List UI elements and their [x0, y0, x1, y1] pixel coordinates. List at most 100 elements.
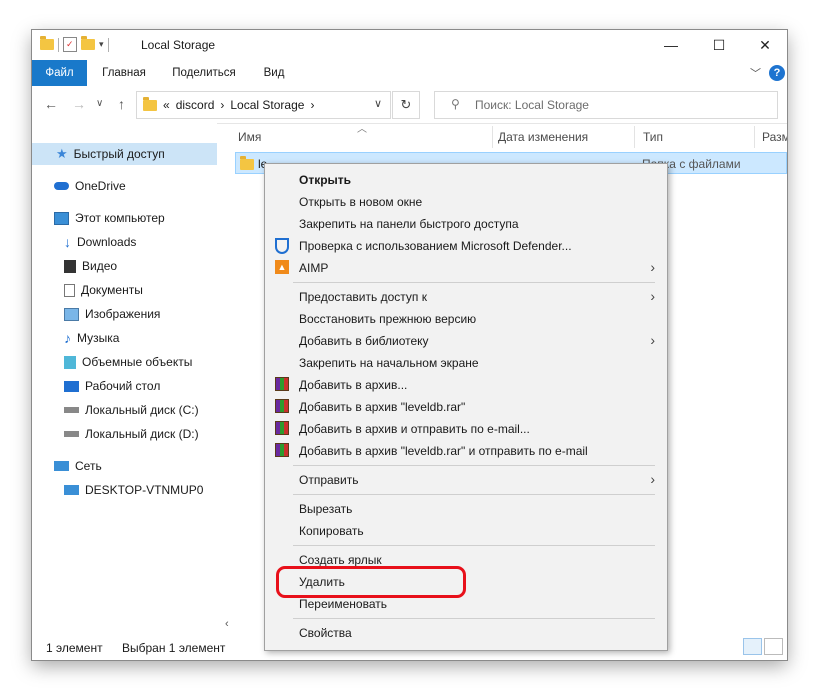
refresh-button[interactable]: ↻ [392, 91, 420, 119]
film-icon [64, 259, 76, 273]
menu-item-send-to[interactable]: Отправить › [265, 469, 667, 491]
minimize-button[interactable]: — [648, 30, 694, 60]
sidebar-item-disk-c[interactable]: Локальный диск (C:) [64, 399, 199, 421]
large-icons-view-icon[interactable] [764, 638, 783, 655]
menu-item-label: Создать ярлык [299, 553, 382, 567]
new-folder-icon[interactable] [81, 36, 95, 50]
navigation-pane: ★ Быстрый доступ OneDrive Этот компьютер… [32, 123, 217, 635]
menu-item-label: AIMP [299, 261, 329, 275]
search-input[interactable]: Поиск: Local Storage [475, 98, 589, 112]
menu-item-label: Копировать [299, 524, 364, 538]
menu-item-label: Добавить в архив и отправить по e-mail..… [299, 422, 530, 436]
tab-home[interactable]: Главная [94, 60, 154, 86]
menu-item-aimp[interactable]: ▲ AIMP › [265, 257, 667, 279]
menu-item-label: Переименовать [299, 597, 387, 611]
desktop-icon [64, 380, 79, 392]
menu-separator [293, 545, 655, 546]
column-divider[interactable] [634, 126, 635, 148]
properties-icon[interactable]: ✓ [63, 37, 77, 52]
sidebar-item-onedrive[interactable]: OneDrive [54, 175, 126, 197]
column-divider[interactable] [492, 126, 493, 148]
menu-item-add-archive-email[interactable]: Добавить в архив и отправить по e-mail..… [265, 418, 667, 440]
menu-item-add-library[interactable]: Добавить в библиотеку › [265, 330, 667, 352]
menu-item-defender-scan[interactable]: Проверка с использованием Microsoft Defe… [265, 235, 667, 257]
menu-item-add-archive-named[interactable]: Добавить в архив "leveldb.rar" [265, 396, 667, 418]
sidebar-item-downloads[interactable]: ↓ Downloads [64, 231, 136, 253]
computer-icon [64, 485, 79, 495]
search-box[interactable]: ⚲ Поиск: Local Storage [434, 91, 778, 119]
up-arrow-icon[interactable]: ↑ [118, 96, 125, 112]
back-arrow-icon[interactable]: ← [44, 96, 58, 112]
breadcrumb-discord[interactable]: discord [176, 98, 215, 112]
maximize-button[interactable]: ☐ [696, 30, 742, 60]
customize-toolbar-icon[interactable]: ▾ [99, 39, 104, 50]
menu-item-add-archive-named-email[interactable]: Добавить в архив "leveldb.rar" и отправи… [265, 440, 667, 462]
computer-icon [54, 211, 69, 225]
sidebar-item-disk-d[interactable]: Локальный диск (D:) [64, 423, 199, 445]
tab-file[interactable]: Файл [32, 60, 87, 86]
menu-item-properties[interactable]: Свойства [265, 622, 667, 644]
selection-count: Выбран 1 элемент [122, 641, 226, 655]
menu-item-cut[interactable]: Вырезать [265, 498, 667, 520]
tab-view[interactable]: Вид [254, 60, 294, 86]
navigation-bar: ← → ∨ ↑ « discord › Local Storage › ∨ ↻ … [32, 86, 787, 124]
scroll-left-button[interactable]: ‹ [217, 618, 265, 635]
sidebar-item-label: Музыка [77, 331, 120, 345]
close-button[interactable]: ✕ [742, 30, 787, 60]
forward-arrow-icon[interactable]: → [72, 96, 86, 112]
breadcrumb-local-storage[interactable]: Local Storage [230, 98, 304, 112]
sidebar-item-label: Рабочий стол [85, 379, 161, 393]
chevron-right-icon[interactable]: › [220, 98, 224, 112]
column-divider[interactable] [754, 126, 755, 148]
menu-item-give-access[interactable]: Предоставить доступ к › [265, 286, 667, 308]
aimp-icon: ▲ [275, 260, 289, 274]
menu-item-label: Вырезать [299, 502, 353, 516]
view-switcher [743, 638, 783, 655]
sidebar-item-music[interactable]: ♪ Музыка [64, 327, 119, 349]
menu-item-label: Закрепить на начальном экране [299, 356, 479, 370]
sidebar-item-desktop[interactable]: Рабочий стол [64, 375, 160, 397]
search-icon: ⚲ [451, 97, 460, 111]
column-header-type[interactable]: Тип [643, 130, 663, 144]
menu-item-label: Восстановить прежнюю версию [299, 312, 477, 326]
column-header-name[interactable]: Имя [238, 130, 261, 144]
recent-dropdown-icon[interactable]: ∨ [96, 98, 103, 109]
drive-icon [64, 431, 79, 437]
music-note-icon: ♪ [64, 330, 71, 346]
menu-item-pin-quick-access[interactable]: Закрепить на панели быстрого доступа [265, 213, 667, 235]
title-bar: ✓ ▾ Local Storage — ☐ ✕ [32, 30, 787, 60]
winrar-icon [275, 443, 289, 457]
menu-item-label: Открыть в новом окне [299, 195, 423, 209]
menu-item-open[interactable]: Открыть [265, 169, 667, 191]
menu-item-open-new-window[interactable]: Открыть в новом окне [265, 191, 667, 213]
chevron-down-icon[interactable]: ∨ [374, 97, 382, 110]
sidebar-item-video[interactable]: Видео [64, 255, 117, 277]
cloud-icon [54, 182, 69, 190]
menu-item-restore-version[interactable]: Восстановить прежнюю версию [265, 308, 667, 330]
sidebar-item-this-pc[interactable]: Этот компьютер [54, 207, 165, 229]
sidebar-item-3d-objects[interactable]: Объемные объекты [64, 351, 192, 373]
menu-item-label: Предоставить доступ к [299, 290, 427, 304]
details-view-icon[interactable] [743, 638, 762, 655]
network-icon [54, 461, 69, 471]
address-bar[interactable]: « discord › Local Storage › ∨ [136, 91, 391, 119]
sidebar-item-quick-access[interactable]: ★ Быстрый доступ [32, 143, 217, 165]
menu-item-label: Отправить [299, 473, 359, 487]
sidebar-item-label: Объемные объекты [82, 355, 193, 369]
menu-item-copy[interactable]: Копировать [265, 520, 667, 542]
help-icon[interactable]: ? [769, 65, 785, 81]
menu-item-add-archive[interactable]: Добавить в архив... [265, 374, 667, 396]
chevron-right-icon[interactable]: › [310, 98, 314, 112]
column-header-size[interactable]: Разм [762, 130, 787, 144]
sidebar-item-network[interactable]: Сеть [54, 455, 102, 477]
drive-icon [64, 407, 79, 413]
sidebar-item-desktop-pc[interactable]: DESKTOP-VTNMUP0 [64, 479, 203, 501]
expand-ribbon-icon[interactable]: ﹀ [750, 65, 761, 81]
breadcrumb-overflow[interactable]: « [163, 98, 170, 112]
sidebar-item-label: Документы [81, 283, 143, 297]
menu-item-pin-start[interactable]: Закрепить на начальном экране [265, 352, 667, 374]
sidebar-item-documents[interactable]: Документы [64, 279, 143, 301]
tab-share[interactable]: Поделиться [167, 60, 241, 86]
sidebar-item-pictures[interactable]: Изображения [64, 303, 160, 325]
column-header-date[interactable]: Дата изменения [498, 130, 588, 144]
